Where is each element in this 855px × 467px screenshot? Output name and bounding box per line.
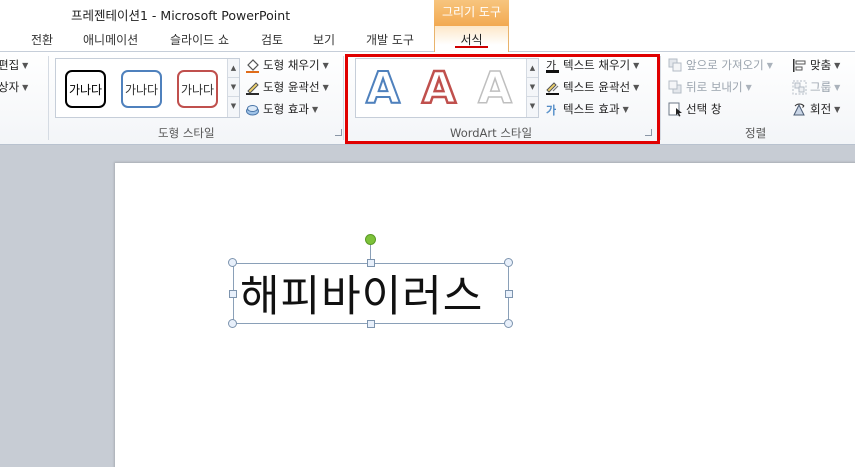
group-label: 그룹 — [810, 80, 832, 94]
chevron-down-icon: ▼ — [22, 82, 29, 92]
shape-effects-button[interactable]: 도형 효과 ▼ — [245, 100, 318, 118]
align-icon — [792, 58, 807, 73]
selection-pane-icon — [668, 102, 683, 117]
text-box-label: 상자 — [0, 80, 20, 94]
text-box-button[interactable]: 상자 ▼ — [0, 78, 28, 96]
pen-outline-icon — [245, 80, 260, 95]
group-divider — [343, 56, 344, 140]
resize-handle-bottom-left[interactable] — [228, 319, 237, 328]
window-title: 프레젠테이션1 - Microsoft PowerPoint — [71, 8, 291, 23]
chevron-down-icon: ▼ — [322, 82, 329, 92]
align-label: 맞춤 — [810, 58, 832, 72]
chevron-down-icon: ▼ — [322, 60, 329, 70]
group-divider — [48, 56, 49, 140]
chevron-down-icon: ▼ — [834, 82, 841, 92]
shape-outline-button[interactable]: 도형 윤곽선 ▼ — [245, 78, 329, 96]
rotation-handle[interactable] — [365, 234, 376, 245]
wordart-highlight — [345, 54, 660, 144]
resize-handle-left[interactable] — [229, 290, 237, 298]
chevron-down-icon: ▼ — [745, 82, 752, 92]
chevron-down-icon: ▼ — [834, 60, 841, 70]
tab-slideshow[interactable]: 슬라이드 쇼 — [170, 31, 229, 48]
shape-styles-group-label: 도형 스타일 — [158, 126, 215, 140]
gallery-scrollbar[interactable]: ▲ ▼ ▼ — [227, 59, 239, 117]
resize-handle-bottom-right[interactable] — [504, 319, 513, 328]
shape-fill-label: 도형 채우기 — [263, 58, 320, 72]
chevron-down-icon: ▼ — [766, 60, 773, 70]
shape-fill-button[interactable]: 도형 채우기 ▼ — [245, 56, 329, 74]
resize-handle-bottom[interactable] — [367, 320, 375, 328]
resize-handle-top-right[interactable] — [504, 258, 513, 267]
shape-style-swatch[interactable]: 가나다 — [65, 70, 106, 108]
tab-animations[interactable]: 애니메이션 — [83, 31, 138, 48]
bring-forward-button[interactable]: 앞으로 가져오기 ▼ — [668, 56, 773, 74]
tab-review[interactable]: 검토 — [261, 31, 283, 48]
paint-bucket-icon — [245, 58, 260, 73]
tab-transitions[interactable]: 전환 — [31, 31, 53, 48]
shape-effects-label: 도형 효과 — [263, 102, 309, 116]
title-bar: 프레젠테이션1 - Microsoft PowerPoint 그리기 도구 — [0, 0, 855, 26]
align-button[interactable]: 맞춤 ▼ — [792, 56, 840, 74]
group-icon — [792, 80, 807, 95]
chevron-down-icon: ▼ — [834, 104, 841, 114]
edit-shape-label: 편집 — [0, 58, 20, 72]
selection-pane-label: 선택 창 — [686, 102, 722, 116]
tab-view[interactable]: 보기 — [313, 31, 335, 48]
scroll-down-icon[interactable]: ▼ — [228, 78, 239, 97]
shape-outline-label: 도형 윤곽선 — [263, 80, 320, 94]
rotate-icon — [792, 102, 807, 117]
selection-pane-button[interactable]: 선택 창 — [668, 100, 721, 118]
chevron-down-icon: ▼ — [22, 60, 29, 70]
shape-style-swatch[interactable]: 가나다 — [177, 70, 218, 108]
bring-forward-icon — [668, 58, 683, 73]
ribbon-tabs: 전환 애니메이션 슬라이드 쇼 검토 보기 개발 도구 서식 — [0, 26, 855, 53]
drawing-tools-header: 그리기 도구 — [434, 0, 509, 26]
resize-handle-top[interactable] — [367, 259, 375, 267]
shape-style-swatch[interactable]: 가나다 — [121, 70, 162, 108]
more-icon[interactable]: ▼ — [228, 97, 239, 116]
resize-handle-right[interactable] — [505, 290, 513, 298]
send-backward-icon — [668, 80, 683, 95]
group-divider — [660, 56, 661, 140]
bring-forward-label: 앞으로 가져오기 — [686, 58, 764, 72]
chevron-down-icon: ▼ — [311, 104, 319, 114]
group-button[interactable]: 그룹 ▼ — [792, 78, 840, 96]
edit-shape-button[interactable]: 편집 ▼ — [0, 56, 28, 74]
rotate-button[interactable]: 회전 ▼ — [792, 100, 840, 118]
rotate-label: 회전 — [810, 102, 832, 116]
arrange-group-label: 정렬 — [745, 126, 767, 140]
format-tab-underline — [455, 46, 488, 48]
scroll-up-icon[interactable]: ▲ — [228, 59, 239, 78]
dialog-launcher-icon[interactable] — [335, 129, 342, 136]
tab-developer[interactable]: 개발 도구 — [366, 31, 414, 48]
shape-styles-gallery[interactable]: 가나다 가나다 가나다 ▲ ▼ ▼ — [55, 58, 240, 118]
shape-effects-icon — [245, 102, 260, 117]
textbox-text[interactable]: 해피바이러스 — [240, 262, 483, 324]
send-backward-button[interactable]: 뒤로 보내기 ▼ — [668, 78, 752, 96]
resize-handle-top-left[interactable] — [228, 258, 237, 267]
send-backward-label: 뒤로 보내기 — [686, 80, 743, 94]
